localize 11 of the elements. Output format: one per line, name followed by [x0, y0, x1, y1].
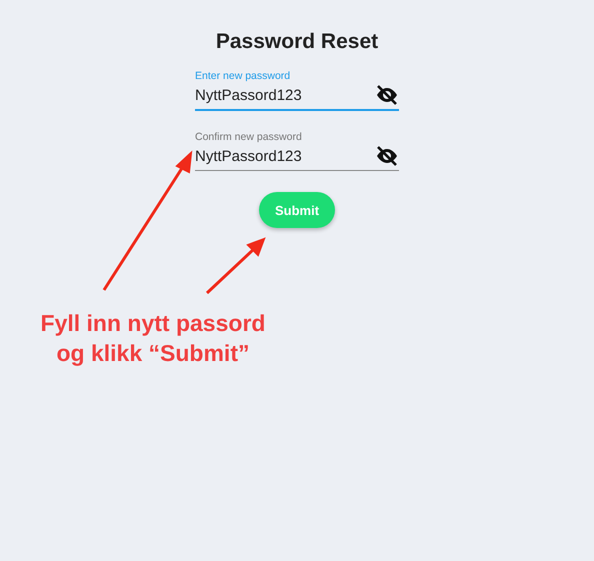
- arrow: [206, 237, 266, 294]
- field-label: Enter new password: [195, 70, 292, 82]
- eye-slash-icon[interactable]: [375, 85, 399, 105]
- eye-slash-icon[interactable]: [375, 146, 399, 166]
- password-field[interactable]: Enter new password NyttPassord123: [195, 70, 399, 111]
- field-value: NyttPassord123: [195, 148, 302, 164]
- page-title: Password Reset: [216, 30, 378, 54]
- annotation-text: Fyll inn nytt passord og klikk “Submit”: [40, 309, 266, 368]
- field-value: NyttPassord123: [195, 86, 302, 104]
- field-label: Confirm new password: [195, 131, 303, 143]
- password-field[interactable]: Confirm new password NyttPassord123: [195, 131, 399, 171]
